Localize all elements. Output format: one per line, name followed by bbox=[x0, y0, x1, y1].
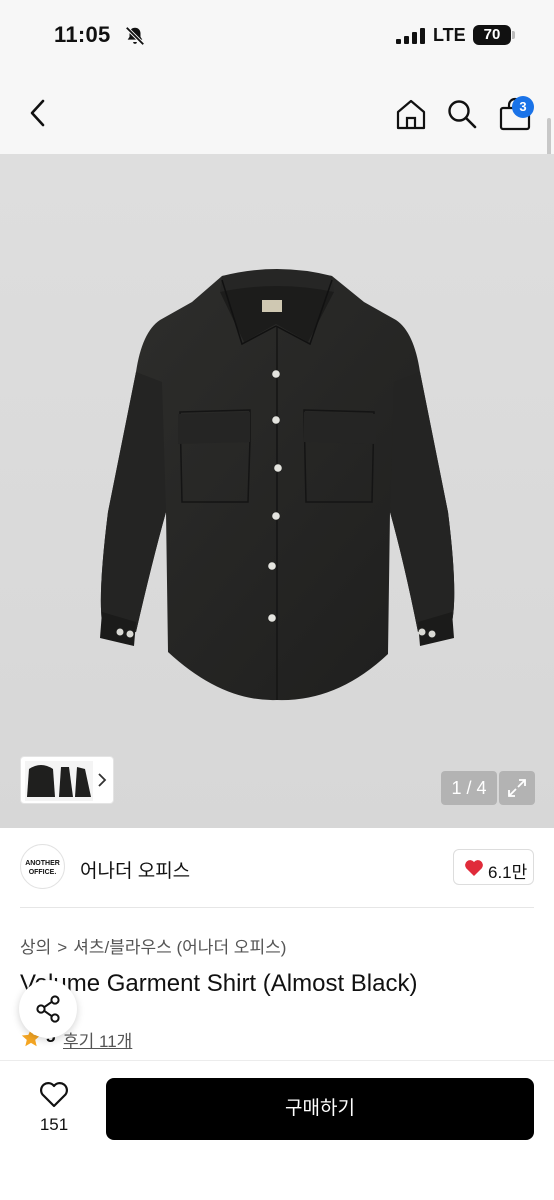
breadcrumb-category[interactable]: 상의 bbox=[20, 938, 51, 957]
product-title: Volume Garment Shirt (Almost Black) bbox=[20, 970, 418, 997]
bell-slash-icon bbox=[125, 26, 145, 46]
expand-icon bbox=[508, 779, 526, 797]
status-time: 11:05 bbox=[54, 22, 111, 47]
back-icon[interactable] bbox=[24, 97, 52, 129]
expand-button[interactable] bbox=[499, 771, 535, 805]
breadcrumb: 상의 > 셔츠/블라우스 (어나더 오피스) bbox=[20, 933, 286, 958]
section-divider bbox=[20, 907, 534, 908]
brand-name[interactable]: 어나더 오피스 bbox=[80, 856, 190, 883]
product-image-gallery[interactable]: 1 / 4 bbox=[0, 154, 554, 828]
network-label: LTE bbox=[433, 25, 466, 45]
thumbnail-image[interactable] bbox=[25, 761, 93, 801]
breadcrumb-subcategory[interactable]: 셔츠/블라우스 (어나더 오피스) bbox=[73, 938, 286, 957]
brand-row[interactable]: ANOTHER OFFICE. 어나더 오피스 6.1만 bbox=[0, 828, 554, 908]
product-shirt-image bbox=[100, 269, 455, 701]
review-count-link[interactable]: 후기 11개 bbox=[63, 1027, 132, 1052]
battery-tip bbox=[512, 31, 515, 39]
home-icon[interactable] bbox=[394, 97, 428, 131]
heart-outline-icon[interactable] bbox=[38, 1081, 70, 1109]
share-button[interactable] bbox=[19, 980, 77, 1038]
cart-count-badge: 3 bbox=[512, 96, 534, 118]
chevron-right-icon[interactable] bbox=[96, 771, 108, 789]
heart-filled-icon bbox=[465, 860, 483, 876]
buy-button[interactable]: 구매하기 bbox=[106, 1078, 534, 1140]
wish-count: 151 bbox=[39, 1115, 69, 1134]
signal-icon bbox=[396, 28, 425, 44]
brand-logo[interactable]: ANOTHER OFFICE. bbox=[20, 844, 65, 889]
image-page-counter: 1 / 4 bbox=[441, 771, 497, 805]
brand-like-count: 6.1만 bbox=[488, 863, 528, 882]
brand-like-button[interactable]: 6.1만 bbox=[453, 849, 534, 885]
thumbnail-strip[interactable] bbox=[20, 756, 114, 804]
share-icon bbox=[36, 995, 60, 1023]
battery-indicator: 70 bbox=[473, 25, 511, 45]
top-navigation bbox=[0, 72, 554, 154]
breadcrumb-separator-icon: > bbox=[57, 938, 68, 957]
bottom-action-bar: 151 구매하기 bbox=[0, 1061, 554, 1200]
search-icon[interactable] bbox=[446, 98, 478, 130]
status-bar: 11:05 LTE 70 bbox=[0, 0, 554, 72]
